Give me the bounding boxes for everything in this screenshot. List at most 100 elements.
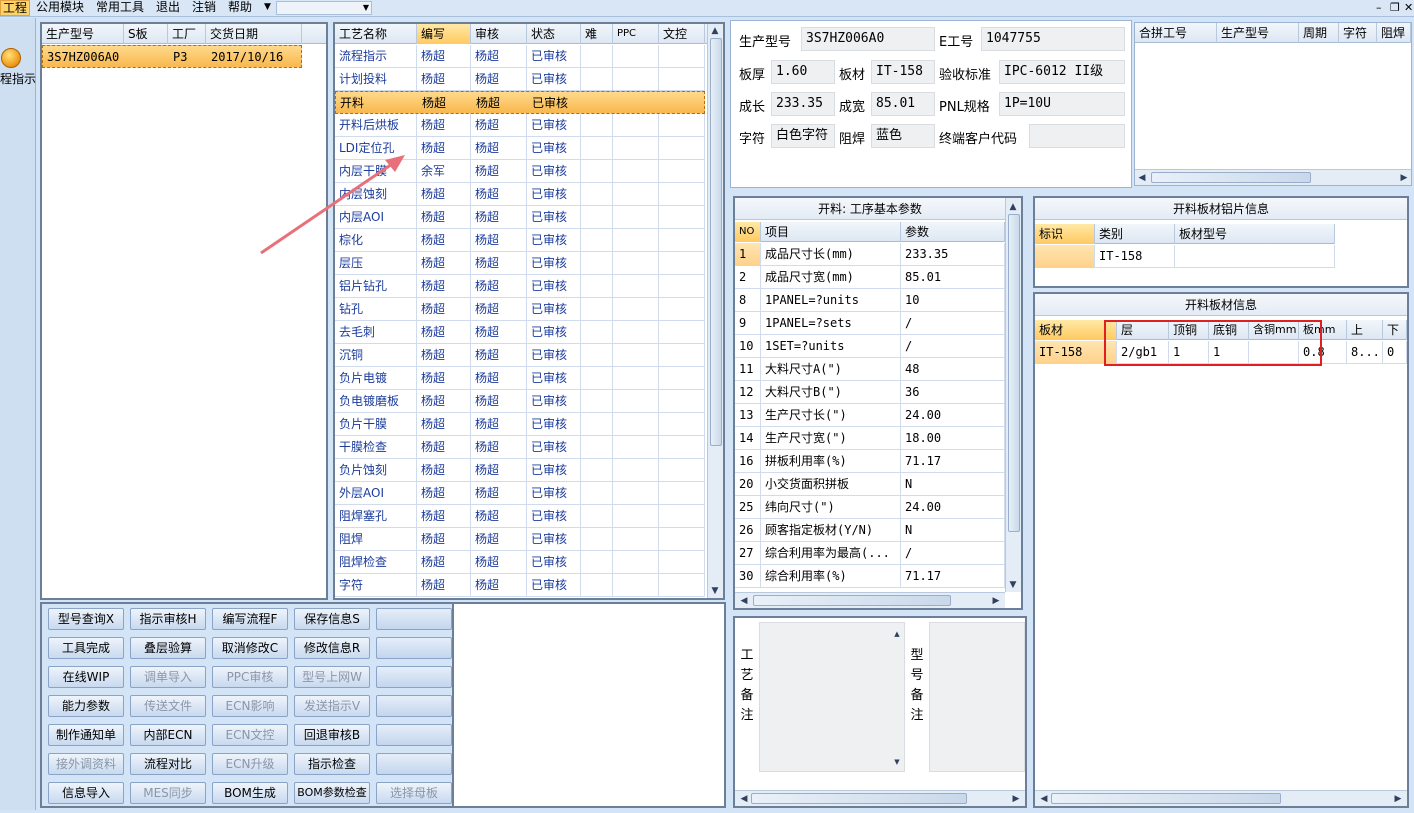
action-button[interactable]: BOM参数检查: [294, 782, 370, 804]
action-button[interactable]: 在线WIP: [48, 666, 124, 688]
param-row[interactable]: 10 1SET=?units /: [735, 335, 1005, 358]
action-button[interactable]: [376, 753, 452, 775]
param-row[interactable]: 16 拼板利用率(%) 71.17: [735, 450, 1005, 473]
order-row[interactable]: 3S7HZ006A0 P3 2017/10/16: [42, 45, 302, 68]
quick-combo[interactable]: ▼: [276, 1, 372, 15]
process-row[interactable]: 沉铜 杨超 杨超 已审核: [335, 344, 705, 367]
action-button[interactable]: 指示检查: [294, 753, 370, 775]
action-button[interactable]: 工具完成: [48, 637, 124, 659]
col-no[interactable]: NO: [735, 222, 761, 242]
param-row[interactable]: 2 成品尺寸宽(mm) 85.01: [735, 266, 1005, 289]
scroll-left-icon[interactable]: ◀: [1135, 173, 1149, 183]
menu-logout[interactable]: 注销: [190, 0, 218, 16]
field-material[interactable]: IT-158: [871, 60, 935, 84]
close-icon[interactable]: ✕: [1404, 0, 1413, 15]
action-button[interactable]: 回退审核B: [294, 724, 370, 746]
action-button[interactable]: MES同步: [130, 782, 206, 804]
process-row[interactable]: 字符 杨超 杨超 已审核: [335, 574, 705, 597]
col-model[interactable]: 生产型号: [42, 24, 124, 44]
action-button[interactable]: 内部ECN: [130, 724, 206, 746]
action-button[interactable]: 叠层验算: [130, 637, 206, 659]
process-notes-field[interactable]: ▲ ▼: [759, 622, 905, 772]
scroll-thumb[interactable]: [751, 793, 967, 804]
col-reviewer[interactable]: 审核: [471, 24, 527, 44]
side-nav-label[interactable]: 程指示: [0, 70, 36, 87]
field-length[interactable]: 233.35: [771, 92, 835, 116]
action-button[interactable]: 发送指示V: [294, 695, 370, 717]
col-combo-model[interactable]: 生产型号: [1217, 23, 1299, 43]
combo-dropdown-icon[interactable]: ▼: [363, 2, 369, 14]
col-status[interactable]: 状态: [527, 24, 581, 44]
scroll-thumb[interactable]: [753, 595, 951, 606]
scroll-left-icon[interactable]: ◀: [1037, 794, 1051, 804]
action-button[interactable]: 取消修改C: [212, 637, 288, 659]
action-button[interactable]: 调单导入: [130, 666, 206, 688]
col-lower[interactable]: 下: [1383, 320, 1407, 340]
model-notes-field[interactable]: [929, 622, 1025, 772]
scroll-thumb[interactable]: [710, 38, 722, 446]
menu-help[interactable]: 帮助: [226, 0, 254, 16]
action-button[interactable]: 保存信息S: [294, 608, 370, 630]
scroll-thumb[interactable]: [1008, 214, 1020, 532]
scroll-up-icon[interactable]: ▲: [890, 629, 904, 639]
action-button[interactable]: 型号查询X: [48, 608, 124, 630]
param-row[interactable]: 27 综合利用率为最高(... /: [735, 542, 1005, 565]
action-button[interactable]: 传送文件: [130, 695, 206, 717]
col-factory[interactable]: 工厂: [168, 24, 206, 44]
param-row[interactable]: 30 综合利用率(%) 71.17: [735, 565, 1005, 588]
process-row[interactable]: 外层AOI 杨超 杨超 已审核: [335, 482, 705, 505]
menu-project[interactable]: 工程: [0, 0, 31, 16]
col-combo-char[interactable]: 字符: [1339, 23, 1377, 43]
process-row[interactable]: 流程指示 杨超 杨超 已审核: [335, 45, 705, 68]
field-solder-mask[interactable]: 蓝色: [871, 124, 935, 148]
col-param[interactable]: 参数: [901, 222, 1005, 242]
params-vscroll[interactable]: ▲ ▼: [1005, 198, 1021, 592]
scroll-left-icon[interactable]: ◀: [737, 596, 751, 606]
process-row[interactable]: 负片电镀 杨超 杨超 已审核: [335, 367, 705, 390]
field-pnl[interactable]: 1P=10U: [999, 92, 1125, 116]
col-doc-control[interactable]: 文控: [659, 24, 705, 44]
param-row[interactable]: 14 生产尺寸宽(") 18.00: [735, 427, 1005, 450]
scroll-up-icon[interactable]: ▲: [708, 26, 722, 36]
process-row[interactable]: 去毛刺 杨超 杨超 已审核: [335, 321, 705, 344]
foil-row[interactable]: IT-158: [1035, 245, 1335, 268]
param-row[interactable]: 11 大料尺寸A(") 48: [735, 358, 1005, 381]
field-character[interactable]: 白色字符: [771, 124, 835, 148]
action-button[interactable]: 指示审核H: [130, 608, 206, 630]
action-button[interactable]: PPC审核: [212, 666, 288, 688]
scroll-down-icon[interactable]: ▼: [1006, 580, 1020, 590]
col-mark[interactable]: 标识: [1035, 224, 1095, 244]
scroll-right-icon[interactable]: ▶: [1397, 173, 1411, 183]
field-width[interactable]: 85.01: [871, 92, 935, 116]
process-row[interactable]: 负片蚀刻 杨超 杨超 已审核: [335, 459, 705, 482]
scroll-down-icon[interactable]: ▼: [708, 586, 722, 596]
menu-help-dropdown-icon[interactable]: ▼: [262, 0, 273, 16]
col-board-model[interactable]: 板材型号: [1175, 224, 1335, 244]
scroll-right-icon[interactable]: ▶: [989, 596, 1003, 606]
process-row[interactable]: 阻焊塞孔 杨超 杨超 已审核: [335, 505, 705, 528]
action-button[interactable]: 接外调资料: [48, 753, 124, 775]
scroll-thumb[interactable]: [1051, 793, 1281, 804]
scroll-right-icon[interactable]: ▶: [1009, 794, 1023, 804]
param-row[interactable]: 13 生产尺寸长(") 24.00: [735, 404, 1005, 427]
col-combo-no[interactable]: 合拼工号: [1135, 23, 1217, 43]
process-row[interactable]: 阻焊检查 杨超 杨超 已审核: [335, 551, 705, 574]
process-row[interactable]: 负电镀磨板 杨超 杨超 已审核: [335, 390, 705, 413]
col-combo-cycle[interactable]: 周期: [1299, 23, 1339, 43]
minimize-icon[interactable]: –: [1376, 0, 1382, 15]
process-row[interactable]: 开料后烘板 杨超 杨超 已审核: [335, 114, 705, 137]
col-category[interactable]: 类别: [1095, 224, 1175, 244]
field-model[interactable]: 3S7HZ006A0: [801, 27, 935, 51]
col-ppc[interactable]: PPC: [613, 24, 659, 44]
process-indicator-icon[interactable]: [1, 48, 21, 68]
process-row[interactable]: 干膜检查 杨超 杨超 已审核: [335, 436, 705, 459]
action-button[interactable]: 型号上网W: [294, 666, 370, 688]
action-button[interactable]: 能力参数: [48, 695, 124, 717]
action-button[interactable]: ECN文控: [212, 724, 288, 746]
scroll-left-icon[interactable]: ◀: [737, 794, 751, 804]
action-button[interactable]: 选择母板: [376, 782, 452, 804]
param-row[interactable]: 20 小交货面积拼板 N: [735, 473, 1005, 496]
action-button[interactable]: [376, 724, 452, 746]
action-button[interactable]: BOM生成: [212, 782, 288, 804]
process-row[interactable]: 钻孔 杨超 杨超 已审核: [335, 298, 705, 321]
